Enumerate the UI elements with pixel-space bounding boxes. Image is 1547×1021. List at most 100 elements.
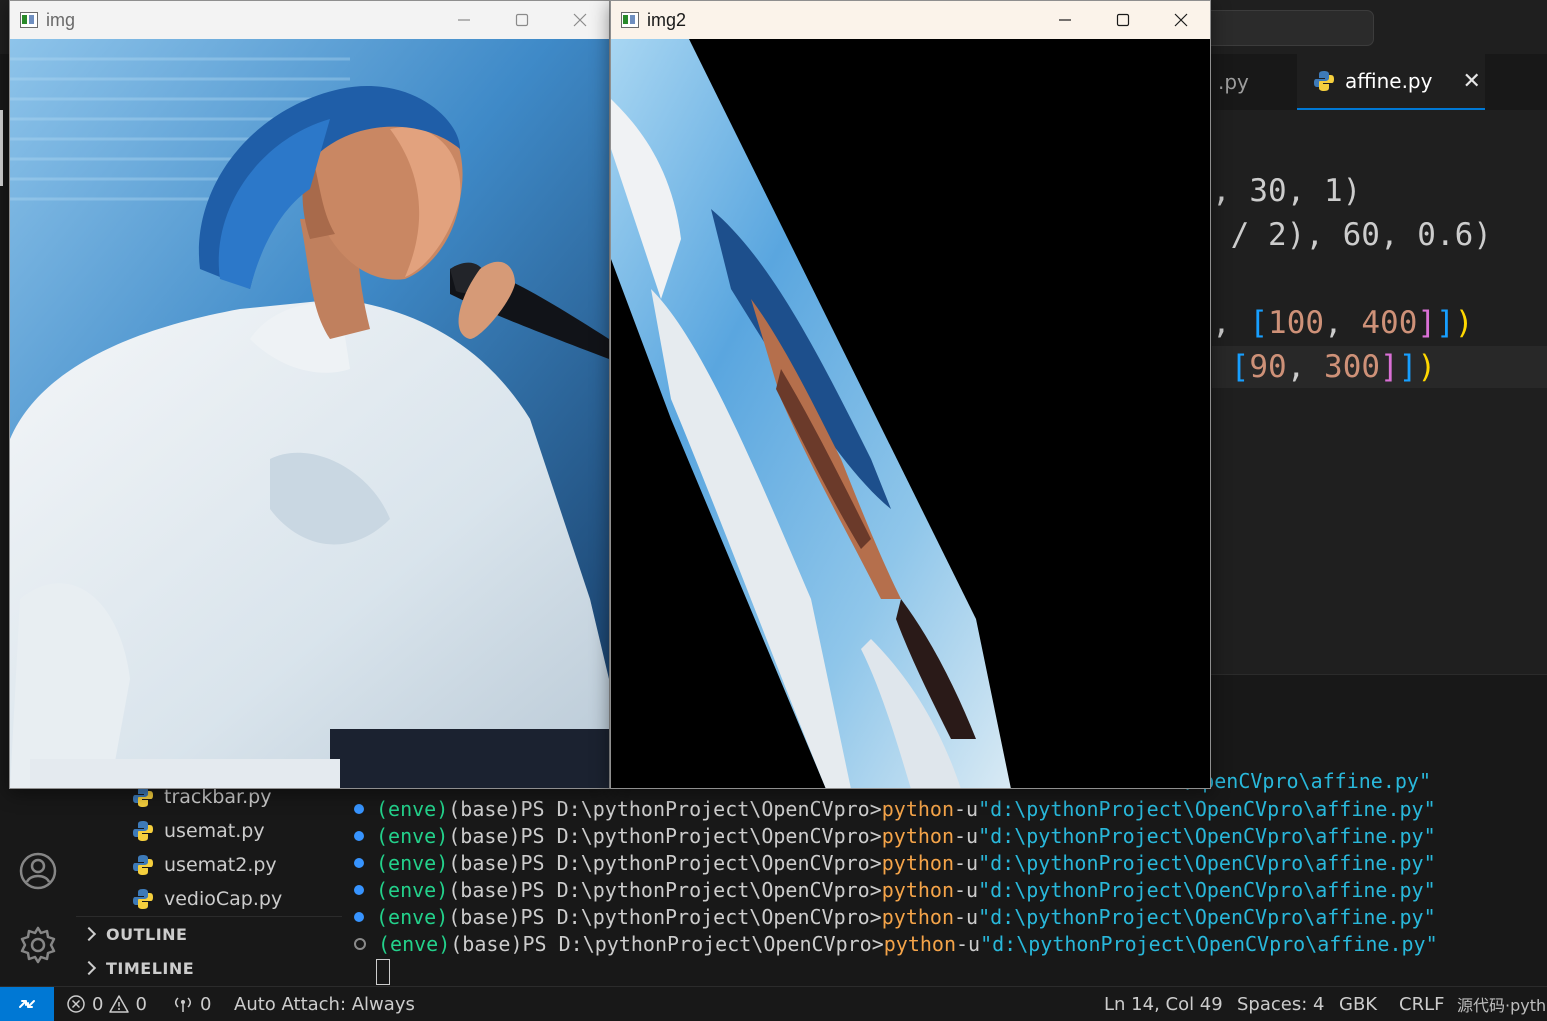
file-item[interactable]: usemat2.py [132, 851, 277, 879]
encoding-status[interactable]: GBK [1339, 987, 1377, 1021]
window-title: img [46, 9, 76, 30]
remote-indicator-button[interactable] [0, 987, 54, 1021]
terminal-line: (enve) (base) PS D:\pythonProject\OpenCV… [354, 903, 1436, 930]
env-label: (enve) [376, 796, 449, 821]
account-icon[interactable] [17, 850, 59, 892]
env-label: (enve) [378, 931, 451, 956]
opencv-window-img2[interactable]: img2 [610, 0, 1211, 789]
prompt-text: PS D:\pythonProject\OpenCVpro> [520, 850, 882, 875]
terminal-line: (enve) (base) PS D:\pythonProject\OpenCV… [354, 849, 1436, 876]
code-line[interactable]: , [100, 400]]) [1212, 301, 1473, 345]
ports-count: 0 [200, 993, 212, 1015]
indentation-status[interactable]: Spaces: 4 [1237, 987, 1324, 1021]
code-line[interactable]: [90, 300]]) [1212, 345, 1436, 389]
gear-icon[interactable] [17, 924, 59, 966]
file-item[interactable]: vedioCap.py [132, 885, 282, 913]
image-canvas [611, 39, 1210, 788]
minimize-button[interactable] [1036, 1, 1094, 39]
code-text: , 30, 1) [1212, 173, 1362, 209]
tab-label: affine.py [1345, 69, 1433, 93]
minimize-icon [458, 19, 470, 21]
file-item[interactable]: usemat.py [132, 817, 265, 845]
minimize-button[interactable] [435, 1, 493, 39]
flag-text: -u [953, 823, 979, 848]
env-label: (enve) [376, 823, 449, 848]
close-button[interactable] [551, 1, 609, 39]
auto-attach-label: Auto Attach: Always [234, 993, 415, 1015]
flag-text: -u [953, 796, 979, 821]
tab-label: .py [1218, 70, 1249, 94]
prompt-text: PS D:\pythonProject\OpenCVpro> [520, 823, 882, 848]
activity-active-indicator [0, 110, 3, 186]
path-text: "d:\pythonProject\OpenCVpro\affine.py" [978, 796, 1436, 821]
window-titlebar[interactable]: img2 [611, 1, 1210, 39]
path-text: "d:\pythonProject\OpenCVpro\affine.py" [978, 850, 1436, 875]
base-label: (base) [450, 931, 523, 956]
python-file-icon [1313, 70, 1335, 92]
maximize-button[interactable] [1094, 1, 1152, 39]
flag-text: -u [953, 877, 979, 902]
outline-section-header[interactable]: OUTLINE [81, 922, 187, 946]
terminal-line: (enve) (base) PS D:\pythonProject\OpenCV… [354, 876, 1436, 903]
python-file-icon [132, 888, 154, 910]
command-decoration-icon[interactable] [354, 803, 364, 814]
error-icon [67, 995, 85, 1013]
base-label: (base) [448, 823, 521, 848]
terminal-line: (enve) (base) PS D:\pythonProject\OpenCV… [354, 822, 1436, 849]
eol-status[interactable]: CRLF [1399, 987, 1444, 1021]
code-text: / 2), 60, 0.6) [1212, 217, 1492, 253]
code-text: , [100, 400]]) [1212, 305, 1474, 341]
code-line[interactable]: / 2), 60, 0.6) [1212, 213, 1492, 257]
ports-status[interactable]: 0 [172, 987, 211, 1021]
warning-icon [109, 995, 130, 1013]
command-text: python [881, 823, 954, 848]
section-label: TIMELINE [106, 958, 195, 978]
singer-photo [10, 39, 609, 788]
code-text: [90, 300]]) [1230, 349, 1437, 385]
terminal-cursor [376, 959, 390, 985]
timeline-section-header[interactable]: TIMELINE [81, 956, 195, 980]
python-file-icon [132, 854, 154, 876]
watermark-text: 源代码·python [1457, 996, 1547, 1015]
sidebar-divider [76, 916, 342, 917]
command-decoration-icon[interactable] [354, 937, 366, 950]
spaces-label: Spaces: 4 [1237, 993, 1325, 1015]
command-decoration-icon[interactable] [354, 857, 364, 868]
path-text: "d:\pythonProject\OpenCVpro\affine.py" [978, 877, 1436, 902]
auto-attach-status[interactable]: Auto Attach: Always [234, 987, 415, 1021]
opencv-window-img[interactable]: img [9, 0, 610, 789]
command-text: python [881, 877, 954, 902]
command-text: python [883, 931, 956, 956]
command-text: python [881, 904, 954, 929]
eol-label: CRLF [1399, 993, 1445, 1015]
opencv-window-icon [621, 12, 639, 28]
cursor-position-status[interactable]: Ln 14, Col 49 [1104, 987, 1223, 1021]
tab-affine-py[interactable]: affine.py ✕ [1297, 54, 1485, 110]
command-decoration-icon[interactable] [354, 911, 364, 922]
close-icon[interactable]: ✕ [1462, 69, 1480, 94]
minimize-icon [1059, 19, 1071, 21]
file-name: usemat.py [164, 820, 265, 842]
command-decoration-icon[interactable] [354, 830, 364, 841]
maximize-icon [515, 13, 529, 27]
remote-icon [19, 1000, 35, 1008]
base-label: (base) [448, 904, 521, 929]
base-label: (base) [448, 877, 521, 902]
file-name: trackbar.py [164, 786, 272, 808]
command-text: python [881, 850, 954, 875]
maximize-button[interactable] [493, 1, 551, 39]
problems-status[interactable]: 0 0 [66, 987, 147, 1021]
close-icon [573, 13, 587, 27]
env-label: (enve) [376, 877, 449, 902]
code-line[interactable]: , 30, 1) [1212, 169, 1361, 213]
python-file-icon [132, 820, 154, 842]
watermark: 源代码·python [1457, 987, 1547, 1021]
prompt-text: PS D:\pythonProject\OpenCVpro> [520, 877, 882, 902]
base-label: (base) [448, 796, 521, 821]
command-decoration-icon[interactable] [354, 884, 364, 895]
close-button[interactable] [1152, 1, 1210, 39]
terminal-line: (enve) (base) PS D:\pythonProject\OpenCV… [354, 795, 1436, 822]
terminal-line: (enve) (base) PS D:\pythonProject\OpenCV… [354, 930, 1438, 957]
tab-other-py[interactable]: .py [1202, 54, 1297, 110]
window-titlebar[interactable]: img [10, 1, 609, 39]
